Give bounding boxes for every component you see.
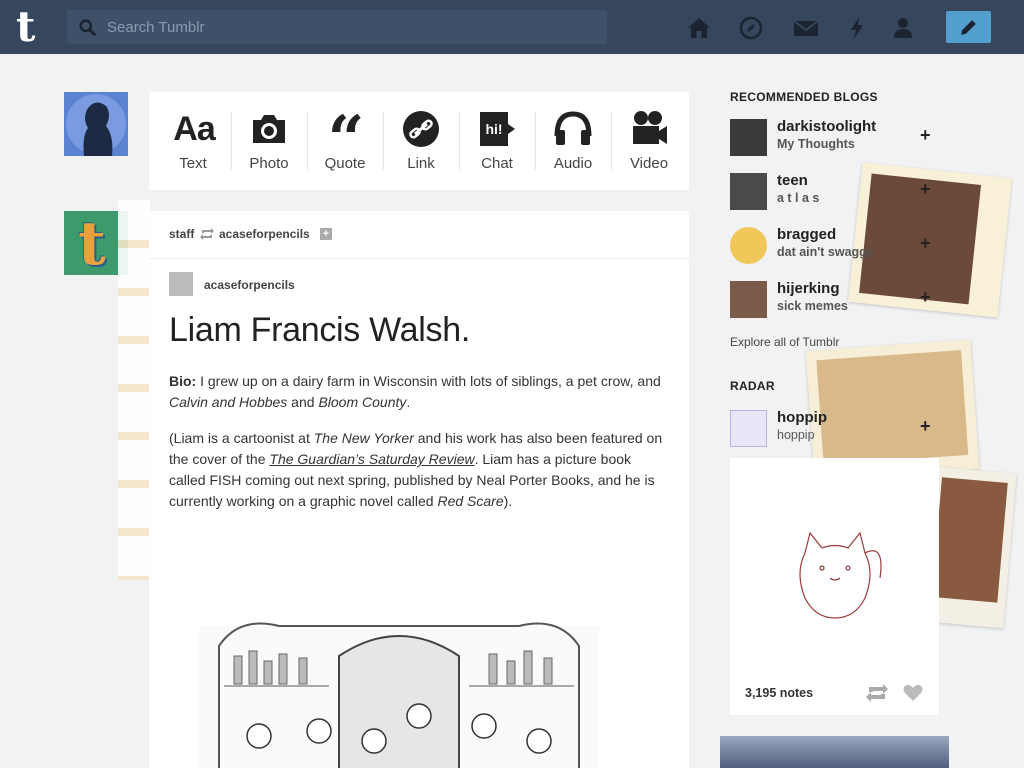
reblog-icon [200,228,214,240]
post-type-link[interactable]: Link [383,92,459,190]
blog-name[interactable]: hijerking [777,280,840,297]
post-type-label: Audio [553,155,593,172]
author-avatar[interactable] [169,272,193,296]
pencil-icon [961,20,976,35]
headphones-icon [554,111,592,145]
blog-name[interactable]: teen [777,172,808,189]
post-header: staff acaseforpencils + [149,211,689,259]
tumblr-t-logo: t [78,211,106,275]
blog-title: dat ain't swaggy [777,245,874,259]
recommended-blog[interactable]: hijerking sick memes + [730,279,940,319]
cartoon-image[interactable] [199,606,599,768]
search-input[interactable] [107,10,587,44]
source-link[interactable]: acaseforpencils [219,227,310,241]
post-type-bar: Aa Text Photo “ Quote Link hi! Chat Audi… [149,92,689,190]
bio-paragraph: Bio: I grew up on a dairy farm in Wiscon… [169,373,661,410]
post-type-photo[interactable]: Photo [231,92,307,190]
blog-title: My Thoughts [777,137,855,151]
follow-plus-icon[interactable]: + [920,416,931,437]
inbox-icon[interactable] [792,15,820,41]
svg-text:hi!: hi! [485,121,502,137]
video-camera-icon [633,111,667,144]
post-type-audio[interactable]: Audio [535,92,611,190]
author-name[interactable]: acaseforpencils [204,278,295,292]
blog-avatar[interactable] [730,173,767,210]
post-type-chat[interactable]: hi! Chat [459,92,535,190]
post-type-text[interactable]: Aa Text [155,92,231,190]
post-type-video[interactable]: Video [611,92,687,190]
follow-plus-icon[interactable]: + [920,233,931,254]
bio-label: Bio: [169,373,197,389]
post-type-label: Link [407,155,435,172]
post-type-label: Text [179,155,207,172]
camera-icon [253,115,285,143]
recommended-blog[interactable]: teen a t l a s + [730,171,940,211]
compose-button[interactable] [946,11,991,43]
blog-name[interactable]: hoppip [777,409,827,426]
follow-plus-icon[interactable]: + [920,287,931,308]
user-avatar[interactable] [64,92,128,156]
blog-avatar[interactable] [730,281,767,318]
radar-blog[interactable]: hoppip hoppip + [730,408,940,448]
text-icon: Aa [173,110,215,148]
blog-name[interactable]: bragged [777,226,836,243]
follow-plus-icon[interactable]: + [320,228,332,240]
like-heart-icon[interactable] [903,684,923,702]
blog-avatar[interactable] [730,119,767,156]
notes-count[interactable]: 3,195 notes [745,686,813,700]
follow-plus-icon[interactable]: + [920,125,931,146]
explore-link[interactable]: Explore all of Tumblr [730,335,839,349]
blog-avatar[interactable] [730,227,767,264]
blog-name[interactable]: darkistoolight [777,118,876,135]
blog-title: hoppip [777,428,815,442]
top-nav-bar: t [0,0,1024,54]
post-card: staff acaseforpencils + acaseforpencils … [149,211,689,768]
quote-icon: “ [327,102,365,177]
radar-title: RADAR [730,379,775,393]
recommended-blogs-title: RECOMMENDED BLOGS [730,90,878,104]
account-icon[interactable] [890,15,916,41]
tumblr-logo[interactable]: t [16,6,50,48]
chat-icon: hi! [480,112,515,146]
next-post-preview[interactable] [720,736,949,768]
reblogger-link[interactable]: staff [169,227,194,241]
background-decoration [118,200,150,580]
link-icon [403,111,439,147]
recommended-blog[interactable]: bragged dat ain't swaggy + [730,225,940,265]
guardian-link[interactable]: The Guardian’s Saturday Review [269,451,474,467]
blog-avatar[interactable] [730,410,767,447]
explore-icon[interactable] [738,15,764,41]
post-type-quote[interactable]: “ Quote [307,92,383,190]
recommended-blog[interactable]: darkistoolight My Thoughts + [730,117,940,157]
post-body: Bio: I grew up on a dairy farm in Wiscon… [169,371,669,527]
radar-post[interactable]: 3,195 notes [730,458,939,715]
post-type-label: Video [629,155,669,172]
post-title: Liam Francis Walsh. [169,311,470,349]
post-type-label: Quote [324,155,366,172]
cat-drawing-image [799,531,882,619]
blog-title: a t l a s [777,191,820,205]
activity-icon[interactable] [844,15,870,41]
post-type-label: Photo [249,155,289,172]
silhouette-icon [66,94,126,156]
blog-title: sick memes [777,299,848,313]
search-box[interactable] [67,10,607,44]
about-paragraph: (Liam is a cartoonist at The New Yorker … [169,430,663,509]
follow-plus-icon[interactable]: + [920,179,931,200]
post-type-label: Chat [481,155,513,172]
search-icon [79,19,96,36]
home-icon[interactable] [686,15,712,41]
reblog-icon[interactable] [866,684,888,702]
